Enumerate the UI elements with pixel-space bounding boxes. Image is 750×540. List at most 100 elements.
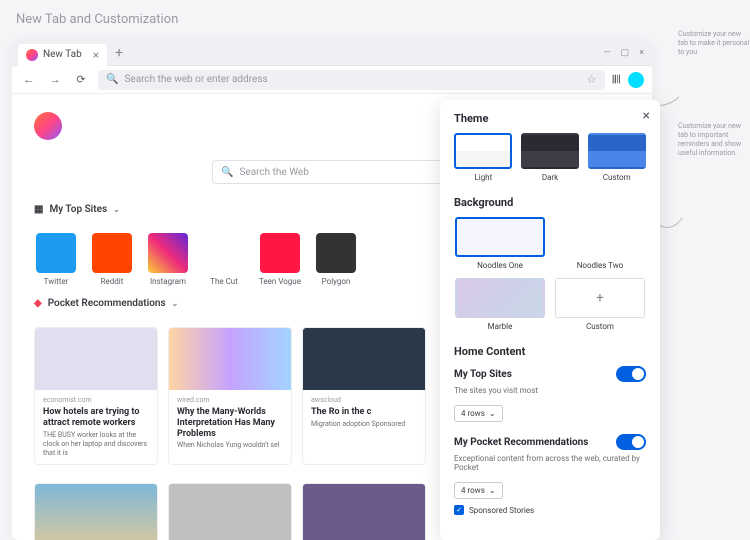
tab-new-tab[interactable]: New Tab × [18, 44, 107, 66]
card-title: How hotels are trying to attract remote … [43, 407, 149, 429]
page-title: New Tab and Customization [0, 0, 750, 39]
search-placeholder: Search the Web [239, 167, 308, 178]
theme-heading: Theme [454, 112, 646, 125]
card-source: economist.com [43, 396, 149, 404]
site-label: Twitter [44, 277, 69, 286]
home-content-section: Home Content My Top Sites The sites you … [454, 345, 646, 515]
bg-option-marble[interactable]: Marble [454, 278, 546, 331]
site-tile[interactable]: Polygon [314, 233, 358, 286]
top-sites-toggle[interactable] [616, 366, 646, 382]
bg-label: Noodles One [477, 261, 523, 270]
tab-bar: New Tab × + — ▢ × [12, 40, 652, 66]
site-thumb [148, 233, 188, 273]
theme-option-custom[interactable]: Custom [587, 133, 646, 182]
hc-pocket-title: My Pocket Recommendations [454, 437, 588, 448]
card-image [169, 328, 291, 390]
profile-avatar[interactable] [628, 72, 644, 88]
card-title: The Ro in the c [311, 407, 417, 418]
bg-option-noodles-one[interactable]: Noodles One [454, 217, 546, 270]
card-image [35, 484, 157, 540]
hc-top-sites-desc: The sites you visit most [454, 386, 646, 395]
site-label: Polygon [322, 277, 351, 286]
site-tile[interactable]: Instagram [146, 233, 190, 286]
card-desc: THE BUSY worker looks at the clock on he… [43, 431, 149, 458]
pocket-card[interactable]: nytimes.comMove Over, Sustainable Travel… [34, 483, 158, 540]
card-image [169, 484, 291, 540]
pocket-rows-select[interactable]: 4 rows⌄ [454, 482, 503, 499]
background-heading: Background [454, 196, 646, 209]
card-source: awscloud [311, 396, 417, 404]
new-tab-button[interactable]: + [115, 45, 123, 61]
library-icon[interactable]: 𝄃𝄃𝄂 [613, 73, 620, 87]
site-thumb [92, 233, 132, 273]
site-label: Instagram [150, 277, 186, 286]
maximize-icon[interactable]: ▢ [621, 48, 630, 58]
pocket-card[interactable]: kiplinger.comSecrets of Happiness from t… [168, 483, 292, 540]
theme-label-dark: Dark [542, 173, 558, 182]
reload-button[interactable]: ⟳ [72, 71, 90, 89]
chevron-down-icon: ⌄ [489, 409, 496, 418]
minimize-icon[interactable]: — [604, 48, 611, 58]
sponsored-checkbox-row[interactable]: ✓ Sponsored Stories [454, 505, 646, 515]
pocket-card[interactable]: wired.com Why the Many-Worlds Interpretat… [168, 327, 292, 465]
close-window-icon[interactable]: × [639, 48, 644, 58]
annotation-customize-1: Customize your new tab to make it person… [678, 30, 750, 57]
chevron-down-icon: ⌄ [172, 299, 179, 308]
site-label: Teen Vogue [259, 277, 301, 286]
firefox-logo [34, 112, 62, 140]
card-desc: Migration adoption Sponsored [311, 420, 417, 429]
close-panel-icon[interactable]: × [643, 108, 650, 124]
site-thumb [260, 233, 300, 273]
chevron-down-icon: ⌄ [113, 205, 120, 214]
card-title: Why the Many-Worlds Interpretation Has M… [177, 407, 283, 439]
bg-label: Noodles Two [577, 261, 624, 270]
theme-option-light[interactable]: Light [454, 133, 513, 182]
card-source: wired.com [177, 396, 283, 404]
pocket-label: Pocket Recommendations [48, 298, 166, 309]
card-desc: When Nicholas Yung wouldn't sel [177, 441, 283, 450]
card-image [35, 328, 157, 390]
card-image [303, 484, 425, 540]
site-label: The Cut [210, 277, 238, 286]
site-tile[interactable]: Teen Vogue [258, 233, 302, 286]
site-label: Reddit [101, 277, 124, 286]
chevron-down-icon: ⌄ [489, 486, 496, 495]
site-thumb [36, 233, 76, 273]
grid-icon: ▦ [34, 204, 43, 215]
address-bar[interactable]: 🔍 Search the web or enter address ☆ [98, 70, 605, 90]
top-sites-rows-select[interactable]: 4 rows⌄ [454, 405, 503, 422]
sponsored-label: Sponsored Stories [469, 506, 534, 515]
toolbar: ← → ⟳ 🔍 Search the web or enter address … [12, 66, 652, 94]
hc-pocket-desc: Exceptional content from across the web,… [454, 454, 646, 472]
bg-label: Marble [488, 322, 513, 331]
top-sites-label: My Top Sites [49, 204, 107, 215]
site-tile[interactable]: The Cut [202, 233, 246, 286]
address-placeholder: Search the web or enter address [124, 74, 267, 85]
bookmark-star-icon[interactable]: ☆ [587, 73, 597, 86]
search-web-input[interactable]: 🔍 Search the Web [212, 160, 452, 184]
pocket-card[interactable]: technoloThe Di [302, 483, 426, 540]
pocket-card[interactable]: economist.com How hotels are trying to at… [34, 327, 158, 465]
annotation-customize-2: Customize your new tab to important remi… [678, 122, 750, 158]
theme-section: Theme Light Dark Custom [454, 112, 646, 182]
pocket-toggle[interactable] [616, 434, 646, 450]
customize-panel: × Theme Light Dark Custom Background Noo… [440, 100, 660, 540]
checkbox-checked-icon: ✓ [454, 505, 464, 515]
card-image [303, 328, 425, 390]
theme-label-custom: Custom [603, 173, 631, 182]
pocket-card[interactable]: awscloud The Ro in the c Migration adoptio… [302, 327, 426, 465]
search-icon: 🔍 [106, 74, 118, 85]
bg-option-custom[interactable]: +Custom [554, 278, 646, 331]
bg-option-noodles-two[interactable]: Noodles Two [554, 217, 646, 270]
firefox-icon [26, 49, 38, 61]
theme-label-light: Light [474, 173, 492, 182]
site-thumb [204, 233, 244, 273]
site-tile[interactable]: Twitter [34, 233, 78, 286]
site-tile[interactable]: Reddit [90, 233, 134, 286]
close-tab-icon[interactable]: × [93, 48, 99, 62]
bg-label: Custom [586, 322, 614, 331]
forward-button[interactable]: → [46, 71, 64, 89]
search-icon: 🔍 [221, 167, 233, 178]
back-button[interactable]: ← [20, 71, 38, 89]
theme-option-dark[interactable]: Dark [521, 133, 580, 182]
